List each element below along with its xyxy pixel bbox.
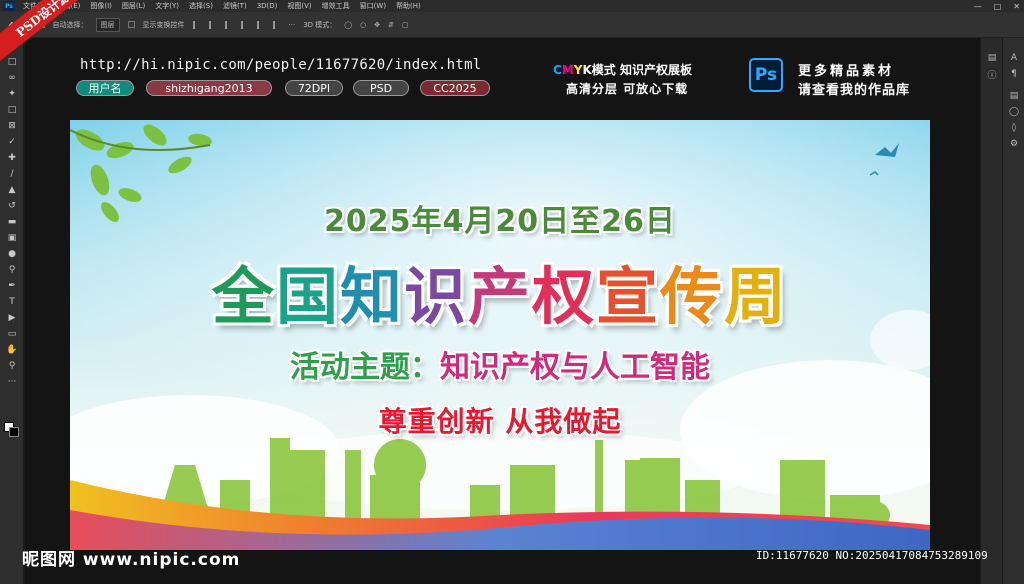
menu-3d[interactable]: 3D(D) [253,2,284,10]
magic-wand-tool-icon[interactable]: ✦ [0,86,24,102]
lasso-tool-icon[interactable]: ∞ [0,70,24,86]
history-brush-tool-icon[interactable]: ↺ [0,198,24,214]
menu-layer[interactable]: 图层(L) [118,1,151,11]
menu-plugins[interactable]: 增效工具 [318,1,356,11]
3d-slide-icon[interactable]: ⇵ [388,21,394,29]
auto-select-label: 自动选择： [52,20,88,29]
align-left-icon[interactable] [192,20,201,29]
show-transform-label: 显示变换控件 [142,20,185,29]
options-bar: ⌂ ✥ 自动选择： 图层 显示变换控件 ··· 3D 模式： ◯ ○ ✥ ⇵ ▢ [0,12,1024,38]
more-tools-icon[interactable]: ··· [0,374,24,390]
blur-tool-icon[interactable]: ● [0,246,24,262]
background-color-swatch[interactable] [9,427,19,437]
menu-image[interactable]: 图像(I) [86,1,118,11]
title-char: 宣 [596,260,661,333]
align-right-icon[interactable] [224,20,233,29]
poster-canvas: 2025年4月20日至26日 全国知识产权宣传周 活动主题：知识产权与人工智能 … [70,120,930,550]
event-date: 2025年4月20日至26日 [324,204,676,239]
maximize-icon[interactable]: □ [994,2,1002,11]
nipic-watermark: 昵图网 www.nipic.com [22,550,241,570]
title-char: 传 [660,260,725,333]
path-selection-tool-icon[interactable]: ▶ [0,310,24,326]
title-char: 知 [339,260,404,333]
poster-title: 全国知识产权宣传周 [70,246,930,336]
3d-mode-label: 3D 模式： [303,20,337,29]
align-bottom-icon[interactable] [272,20,281,29]
panel-dock: ▤ ⓘ [980,38,1002,584]
type-tool-icon[interactable]: T [0,294,24,310]
info-panel-icon[interactable]: ⓘ [981,66,1003,82]
event-theme: 活动主题：知识产权与人工智能 [70,342,930,386]
menu-window[interactable]: 窗口(W) [356,1,392,11]
event-slogan: 尊重创新 从我做起 [378,405,622,438]
title-char: 周 [724,260,789,333]
title-char: 产 [467,260,532,333]
promo-line2: 请查看我的作品库 [798,83,911,98]
dpi-pill: 72DPI [285,80,343,96]
photoshop-badge-icon: Ps [749,58,783,92]
auto-select-target-dropdown[interactable]: 图层 [95,17,120,32]
menu-type[interactable]: 文字(Y) [151,1,185,11]
title-char: 识 [403,260,468,333]
format-pill: PSD [353,80,409,96]
title-char: 国 [275,260,340,333]
character-panel-icon[interactable]: A [1003,50,1024,66]
align-center-icon[interactable] [208,20,217,29]
photoshop-logo-icon: Ps [3,1,15,11]
zoom-tool-icon[interactable]: ⚲ [0,358,24,374]
healing-brush-tool-icon[interactable]: ✚ [0,150,24,166]
cmyk-mode-title: CMYK模式 知识产权展板 [553,63,692,77]
paragraph-panel-icon[interactable]: ¶ [1003,66,1024,82]
version-pill: CC2025 [420,80,490,96]
promo-line1: 更多精品素材 [798,64,895,79]
title-char: 全 [211,260,276,333]
username-pill: shizhigang2013 [146,80,272,96]
dodge-tool-icon[interactable]: ⚲ [0,262,24,278]
more-options-icon[interactable]: ··· [289,21,296,29]
show-transform-checkbox[interactable] [127,21,135,28]
paths-panel-icon[interactable]: ◊ [1003,120,1024,136]
align-middle-icon[interactable] [256,20,265,29]
layers-panel-icon[interactable]: ▤ [1003,88,1024,104]
gradient-tool-icon[interactable]: ▣ [0,230,24,246]
brush-tool-icon[interactable]: ∕ [0,166,24,182]
align-top-icon[interactable] [240,20,249,29]
hand-tool-icon[interactable]: ✋ [0,342,24,358]
tool-panel: ✥ □ ∞ ✦ □ ⊠ ✓ ✚ ∕ ▲ ↺ ▬ ▣ ● ⚲ ✒ T ▶ ▭ ✋ … [0,38,24,584]
pen-tool-icon[interactable]: ✒ [0,278,24,294]
menu-select[interactable]: 选择(S) [185,1,219,11]
minimize-icon[interactable]: — [974,2,982,11]
author-url: http://hi.nipic.com/people/11677620/inde… [80,57,482,73]
image-id-label: ID:11677620 NO:20250417084753289109 [756,549,988,562]
eyedropper-tool-icon[interactable]: ✓ [0,134,24,150]
close-icon[interactable]: ✕ [1013,2,1020,11]
rectangle-tool-icon[interactable]: ▭ [0,326,24,342]
crop-tool-icon[interactable]: □ [0,102,24,118]
title-char: 权 [532,260,597,333]
history-panel-icon[interactable]: ▤ [981,50,1003,66]
adjustments-panel-icon[interactable]: ⚙ [1003,136,1024,152]
theme-prefix: 活动主题： [290,350,440,385]
menu-help[interactable]: 帮助(H) [392,1,427,11]
3d-orbit-icon[interactable]: ◯ [344,21,352,29]
panel-dock-right: A ¶ ▤ ◯ ◊ ⚙ [1002,38,1024,584]
eraser-tool-icon[interactable]: ▬ [0,214,24,230]
menu-bar: Ps 文件(F) 编辑(E) 图像(I) 图层(L) 文字(Y) 选择(S) 滤… [0,0,1024,12]
3d-pan-icon[interactable]: ✥ [374,21,380,29]
menu-view[interactable]: 视图(V) [283,1,317,11]
theme-body: 知识产权与人工智能 [440,350,710,385]
menu-filter[interactable]: 滤镜(T) [219,1,253,11]
3d-scale-icon[interactable]: ▢ [402,21,409,29]
3d-roll-icon[interactable]: ○ [360,21,366,29]
cmyk-subtitle: 高清分层 可放心下载 [566,82,689,96]
clone-stamp-tool-icon[interactable]: ▲ [0,182,24,198]
channels-panel-icon[interactable]: ◯ [1003,104,1024,120]
frame-tool-icon[interactable]: ⊠ [0,118,24,134]
username-label-pill: 用户名 [76,80,134,96]
